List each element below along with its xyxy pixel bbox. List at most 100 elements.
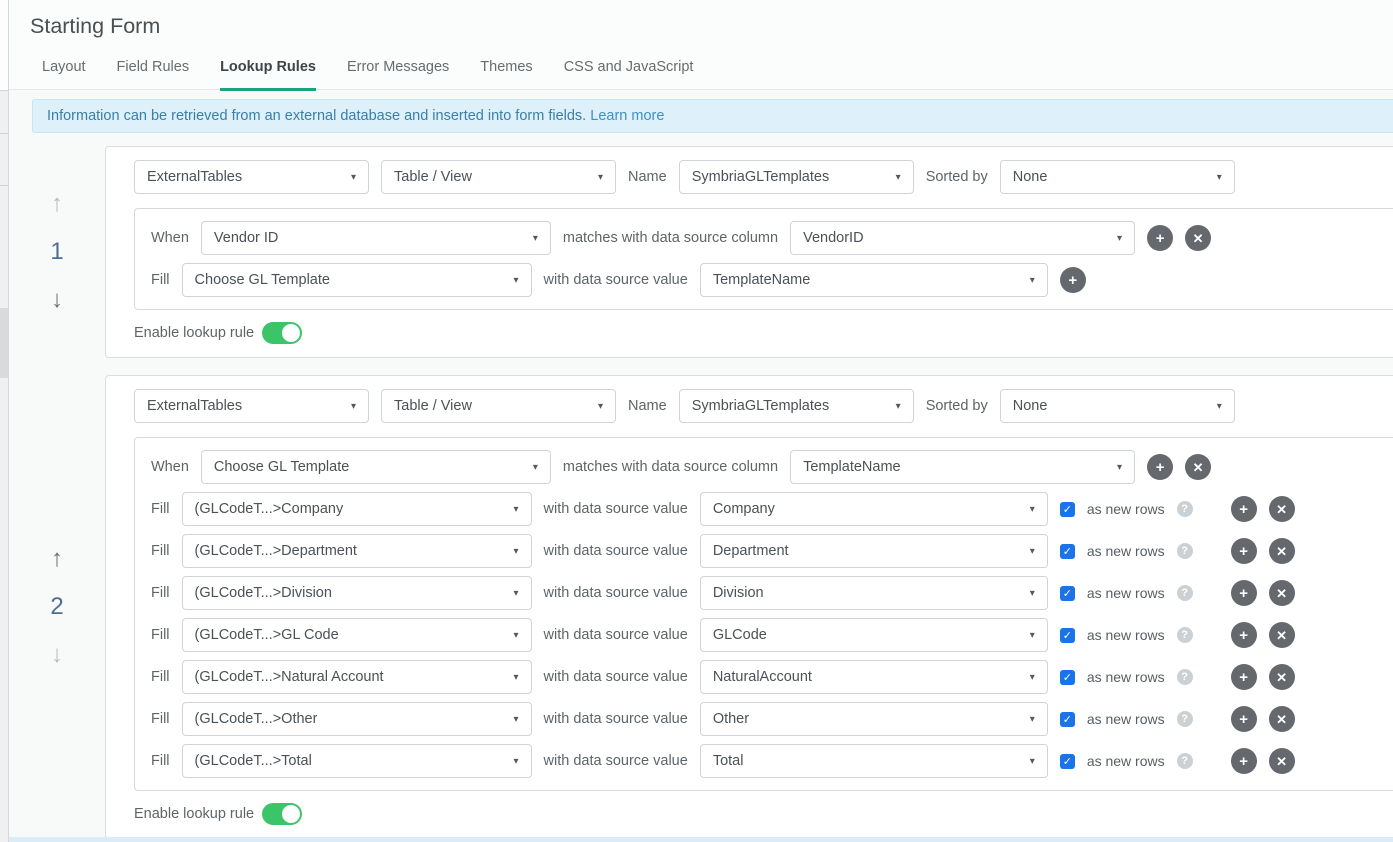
add-fill-row-button[interactable]: +: [1231, 706, 1257, 732]
move-rule-up-icon[interactable]: ↑: [51, 192, 63, 216]
fill-label: Fill: [151, 501, 170, 517]
as-new-rows-checkbox[interactable]: ✓: [1060, 712, 1075, 727]
object-type-select[interactable]: Table / View ▾: [381, 160, 616, 194]
when-field-select[interactable]: Choose GL Template ▾: [201, 450, 551, 484]
chevron-down-icon: ▾: [351, 401, 356, 412]
fill-value-select[interactable]: Division ▾: [700, 576, 1048, 610]
fill-value-select[interactable]: Department ▾: [700, 534, 1048, 568]
as-new-rows-checkbox[interactable]: ✓: [1060, 628, 1075, 643]
help-icon[interactable]: ?: [1177, 585, 1193, 601]
sorted-by-select[interactable]: None ▾: [1000, 389, 1235, 423]
fill-field-select[interactable]: (GLCodeT...>Department ▾: [182, 534, 532, 568]
fill-field-select[interactable]: (GLCodeT...>Company ▾: [182, 492, 532, 526]
fill-field-select[interactable]: Choose GL Template ▾: [182, 263, 532, 297]
fill-value-select[interactable]: Other ▾: [700, 702, 1048, 736]
with-value-label: with data source value: [544, 272, 688, 288]
fill-row: Fill Choose GL Template ▾ with data sour…: [151, 263, 1393, 297]
add-when-condition-button[interactable]: +: [1147, 225, 1173, 251]
remove-fill-row-button[interactable]: ✕: [1269, 706, 1295, 732]
sorted-by-label: Sorted by: [926, 169, 988, 185]
help-icon[interactable]: ?: [1177, 627, 1193, 643]
tab-lookup-rules[interactable]: Lookup Rules: [220, 59, 316, 91]
help-icon[interactable]: ?: [1177, 753, 1193, 769]
remove-fill-row-button[interactable]: ✕: [1269, 580, 1295, 606]
rule-2-panel: ExternalTables ▾ Table / View ▾ Name Sym…: [105, 375, 1393, 839]
source-name-select[interactable]: SymbriaGLTemplates ▾: [679, 160, 914, 194]
bottom-edge-band: [9, 837, 1393, 842]
add-fill-row-button[interactable]: +: [1060, 267, 1086, 293]
remove-fill-row-button[interactable]: ✕: [1269, 496, 1295, 522]
fill-field-select[interactable]: (GLCodeT...>GL Code ▾: [182, 618, 532, 652]
add-fill-row-button[interactable]: +: [1231, 748, 1257, 774]
fill-value-select[interactable]: GLCode ▾: [700, 618, 1048, 652]
as-new-rows-label: as new rows: [1087, 669, 1165, 685]
fill-field-select[interactable]: (GLCodeT...>Natural Account ▾: [182, 660, 532, 694]
chevron-down-icon: ▾: [514, 672, 519, 683]
enable-rule-toggle[interactable]: [262, 803, 302, 825]
as-new-rows-checkbox[interactable]: ✓: [1060, 754, 1075, 769]
chevron-down-icon: ▾: [1030, 546, 1035, 557]
rule-1-panel: ExternalTables ▾ Table / View ▾ Name Sym…: [105, 146, 1393, 358]
with-value-label: with data source value: [544, 753, 688, 769]
tab-themes[interactable]: Themes: [480, 59, 532, 91]
connection-select[interactable]: ExternalTables ▾: [134, 389, 369, 423]
side-strip-scroll-thumb[interactable]: [0, 308, 8, 378]
help-icon[interactable]: ?: [1177, 669, 1193, 685]
chevron-down-icon: ▾: [1117, 462, 1122, 473]
fill-field-select[interactable]: (GLCodeT...>Other ▾: [182, 702, 532, 736]
fill-field-select[interactable]: (GLCodeT...>Total ▾: [182, 744, 532, 778]
enable-rule-toggle[interactable]: [262, 322, 302, 344]
chevron-down-icon: ▾: [1030, 630, 1035, 641]
fill-value-select[interactable]: Company ▾: [700, 492, 1048, 526]
remove-when-condition-button[interactable]: ✕: [1185, 225, 1211, 251]
tab-field-rules[interactable]: Field Rules: [117, 59, 190, 91]
add-fill-row-button[interactable]: +: [1231, 664, 1257, 690]
object-type-select[interactable]: Table / View ▾: [381, 389, 616, 423]
fill-value-select[interactable]: TemplateName ▾: [700, 263, 1048, 297]
source-name-select[interactable]: SymbriaGLTemplates ▾: [679, 389, 914, 423]
chevron-down-icon: ▾: [514, 756, 519, 767]
move-rule-down-icon[interactable]: ↓: [51, 643, 63, 667]
as-new-rows-checkbox[interactable]: ✓: [1060, 670, 1075, 685]
remove-fill-row-button[interactable]: ✕: [1269, 748, 1295, 774]
chevron-down-icon: ▾: [896, 172, 901, 183]
help-icon[interactable]: ?: [1177, 543, 1193, 559]
name-label: Name: [628, 398, 667, 414]
as-new-rows-label: as new rows: [1087, 627, 1165, 643]
chevron-down-icon: ▾: [1030, 756, 1035, 767]
add-fill-row-button[interactable]: +: [1231, 496, 1257, 522]
lookup-rule-1: ↑ 1 ↓ ExternalTables ▾ Table / View ▾ Na…: [9, 146, 1393, 358]
sorted-by-select[interactable]: None ▾: [1000, 160, 1235, 194]
learn-more-link[interactable]: Learn more: [590, 108, 664, 124]
chevron-down-icon: ▾: [1030, 275, 1035, 286]
as-new-rows-checkbox[interactable]: ✓: [1060, 502, 1075, 517]
as-new-rows-checkbox[interactable]: ✓: [1060, 544, 1075, 559]
add-when-condition-button[interactable]: +: [1147, 454, 1173, 480]
connection-select[interactable]: ExternalTables ▾: [134, 160, 369, 194]
fill-label: Fill: [151, 669, 170, 685]
when-column-select[interactable]: TemplateName ▾: [790, 450, 1135, 484]
fill-value-select[interactable]: Total ▾: [700, 744, 1048, 778]
when-field-select[interactable]: Vendor ID ▾: [201, 221, 551, 255]
remove-when-condition-button[interactable]: ✕: [1185, 454, 1211, 480]
help-icon[interactable]: ?: [1177, 501, 1193, 517]
add-fill-row-button[interactable]: +: [1231, 580, 1257, 606]
fill-field-select[interactable]: (GLCodeT...>Division ▾: [182, 576, 532, 610]
fill-value-select[interactable]: NaturalAccount ▾: [700, 660, 1048, 694]
toggle-knob: [282, 324, 300, 342]
remove-fill-row-button[interactable]: ✕: [1269, 664, 1295, 690]
when-column-select[interactable]: VendorID ▾: [790, 221, 1135, 255]
help-icon[interactable]: ?: [1177, 711, 1193, 727]
add-fill-row-button[interactable]: +: [1231, 538, 1257, 564]
tab-css-javascript[interactable]: CSS and JavaScript: [564, 59, 694, 91]
add-fill-row-button[interactable]: +: [1231, 622, 1257, 648]
as-new-rows-checkbox[interactable]: ✓: [1060, 586, 1075, 601]
matches-label: matches with data source column: [563, 459, 778, 475]
tab-error-messages[interactable]: Error Messages: [347, 59, 449, 91]
move-rule-up-icon[interactable]: ↑: [51, 547, 63, 571]
tab-layout[interactable]: Layout: [42, 59, 86, 91]
chevron-down-icon: ▾: [514, 546, 519, 557]
remove-fill-row-button[interactable]: ✕: [1269, 538, 1295, 564]
move-rule-down-icon[interactable]: ↓: [51, 288, 63, 312]
remove-fill-row-button[interactable]: ✕: [1269, 622, 1295, 648]
